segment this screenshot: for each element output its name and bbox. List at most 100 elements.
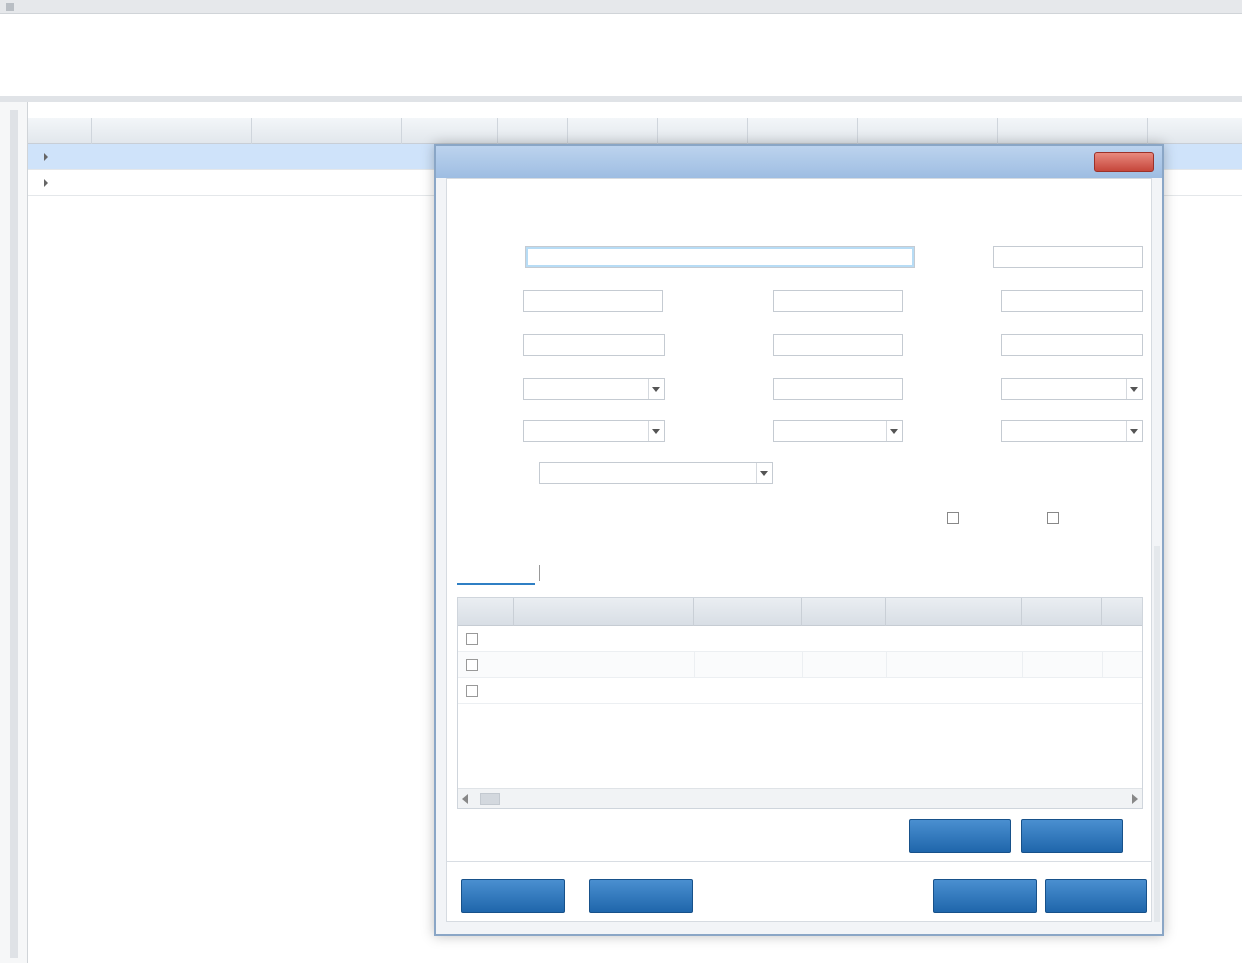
form-field (925, 243, 1143, 271)
main-grid-col[interactable] (658, 118, 748, 144)
main-grid-col[interactable] (498, 118, 568, 144)
calendar-button[interactable] (648, 421, 664, 441)
detail-grid-col[interactable] (1102, 598, 1142, 626)
field-label (455, 294, 519, 308)
form-field (699, 417, 909, 445)
calendar-icon (652, 429, 660, 434)
scroll-thumb[interactable] (480, 793, 500, 805)
detail-grid-col[interactable] (694, 598, 802, 626)
text-input[interactable] (773, 290, 903, 312)
dialog-close-button[interactable] (1094, 152, 1154, 172)
text-input[interactable] (1001, 290, 1143, 312)
left-rail (0, 102, 28, 963)
main-grid-col[interactable] (998, 118, 1148, 144)
main-grid-col[interactable] (748, 118, 858, 144)
tab-detail-1[interactable] (457, 561, 535, 585)
section-label (0, 68, 40, 82)
main-grid-col[interactable] (568, 118, 658, 144)
dialog-body (446, 178, 1152, 922)
field-label (735, 338, 769, 352)
scroll-left-icon[interactable] (462, 794, 468, 804)
dialog-titlebar[interactable] (436, 146, 1162, 178)
row-checkbox[interactable] (466, 633, 478, 645)
footer-left-button-2[interactable] (589, 879, 693, 913)
dropdown-select[interactable] (773, 420, 903, 442)
row-checkbox[interactable] (466, 659, 478, 671)
dropdown-button[interactable] (756, 463, 772, 483)
text-input[interactable] (523, 290, 663, 312)
detail-tabs (457, 561, 737, 585)
detail-grid-col[interactable] (802, 598, 886, 626)
chevron-down-icon (890, 429, 898, 434)
dialog-scrollbar[interactable] (1154, 546, 1160, 922)
tab-detail-2[interactable] (547, 561, 717, 585)
checkbox[interactable] (1047, 512, 1059, 524)
date-picker[interactable] (523, 420, 665, 442)
field-label (455, 466, 535, 480)
dropdown-button[interactable] (886, 421, 902, 441)
field-label (455, 424, 519, 438)
form-field (917, 331, 1143, 359)
field-label (725, 424, 769, 438)
form-field (455, 417, 665, 445)
field-label (489, 338, 519, 352)
checkbox[interactable] (947, 512, 959, 524)
detail-action-button-2[interactable] (1021, 819, 1123, 853)
detail-grid-col[interactable] (514, 598, 694, 626)
dropdown-select[interactable] (523, 378, 665, 400)
form-field (455, 243, 915, 271)
text-input[interactable] (773, 378, 903, 400)
form-field (455, 459, 773, 487)
main-grid-col[interactable] (92, 118, 252, 144)
left-rail-scrollbar[interactable] (10, 110, 18, 958)
checkbox-option[interactable] (947, 509, 1027, 529)
list-item[interactable] (458, 626, 1142, 652)
expand-arrow-icon[interactable] (44, 153, 48, 161)
text-input[interactable] (773, 334, 903, 356)
dropdown-button[interactable] (1126, 421, 1142, 441)
detail-grid-col[interactable] (886, 598, 1022, 626)
detail-grid-hscrollbar[interactable] (458, 788, 1142, 808)
detail-grid-col[interactable] (458, 598, 514, 626)
scroll-right-icon[interactable] (1132, 794, 1138, 804)
footer-right-button-2[interactable] (1045, 879, 1147, 913)
text-input[interactable] (525, 246, 915, 268)
text-input[interactable] (1001, 334, 1143, 356)
cell-divider (694, 652, 695, 678)
dropdown-button[interactable] (648, 379, 664, 399)
dropdown-select[interactable] (1001, 378, 1143, 400)
chevron-down-icon (1130, 429, 1138, 434)
main-grid-col[interactable] (858, 118, 998, 144)
dropdown-button[interactable] (1126, 379, 1142, 399)
footer-divider (447, 861, 1151, 862)
detail-grid-header (458, 598, 1142, 626)
field-label (455, 382, 519, 396)
main-grid-col[interactable] (402, 118, 498, 144)
list-item[interactable] (458, 652, 1142, 678)
table-cell (412, 170, 432, 196)
text-input[interactable] (523, 334, 665, 356)
cell-divider (802, 652, 803, 678)
field-label (917, 424, 997, 438)
text-input[interactable] (993, 246, 1143, 268)
detail-action-button-1[interactable] (909, 819, 1011, 853)
window-menu-icon[interactable] (6, 3, 14, 11)
detail-grid-col[interactable] (1022, 598, 1102, 626)
table-cell (58, 144, 178, 170)
dropdown-select[interactable] (1001, 420, 1143, 442)
expand-arrow-icon[interactable] (44, 179, 48, 187)
checkbox-option[interactable] (1047, 509, 1147, 529)
main-grid-col[interactable] (28, 118, 92, 144)
form-field (455, 331, 665, 359)
row-checkbox[interactable] (466, 685, 478, 697)
dropdown-select[interactable] (539, 462, 773, 484)
chevron-down-icon (652, 387, 660, 392)
main-grid-col[interactable] (1148, 118, 1242, 144)
footer-right-button-1[interactable] (933, 879, 1037, 913)
table-cell (58, 170, 178, 196)
chevron-down-icon (760, 471, 768, 476)
list-item[interactable] (458, 678, 1142, 704)
footer-left-button-1[interactable] (461, 879, 565, 913)
form-field (699, 375, 909, 403)
main-grid-col[interactable] (252, 118, 402, 144)
